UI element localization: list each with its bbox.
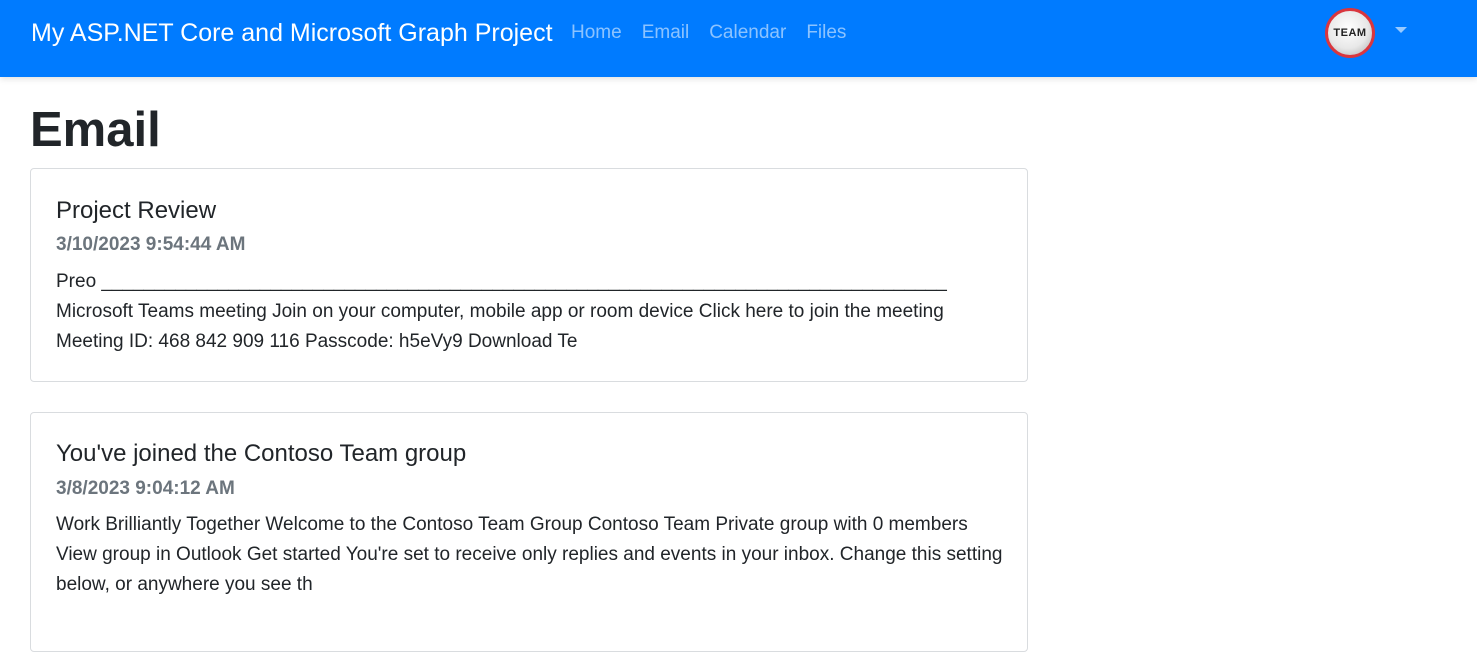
email-received-time: 3/10/2023 9:54:44 AM bbox=[56, 234, 246, 255]
app-brand-link[interactable]: My ASP.NET Core and Microsoft Graph Proj… bbox=[31, 17, 553, 49]
email-preview: Preo ___________________________________… bbox=[56, 271, 947, 352]
chevron-down-icon[interactable] bbox=[1395, 27, 1407, 33]
email-subject: You've joined the Contoso Team group bbox=[56, 440, 467, 467]
email-preview: Work Brilliantly Together Welcome to the… bbox=[56, 514, 1003, 595]
email-subject: Project Review bbox=[56, 197, 217, 224]
email-received-time: 3/8/2023 9:04:12 AM bbox=[56, 478, 235, 499]
top-navbar: My ASP.NET Core and Microsoft Graph Proj… bbox=[0, 0, 1477, 77]
page-title: Email bbox=[30, 103, 161, 157]
nav-link-calendar[interactable]: Calendar bbox=[709, 21, 786, 45]
user-avatar[interactable]: TEAM bbox=[1325, 8, 1375, 58]
nav-links: Home Email Calendar Files bbox=[571, 21, 866, 45]
nav-link-files[interactable]: Files bbox=[806, 21, 846, 45]
email-card: You've joined the Contoso Team group 3/8… bbox=[30, 412, 1028, 652]
avatar-label: TEAM bbox=[1333, 27, 1367, 39]
nav-link-home[interactable]: Home bbox=[571, 21, 622, 45]
email-card: Project Review 3/10/2023 9:54:44 AM Preo… bbox=[30, 168, 1028, 382]
nav-link-email[interactable]: Email bbox=[642, 21, 690, 45]
